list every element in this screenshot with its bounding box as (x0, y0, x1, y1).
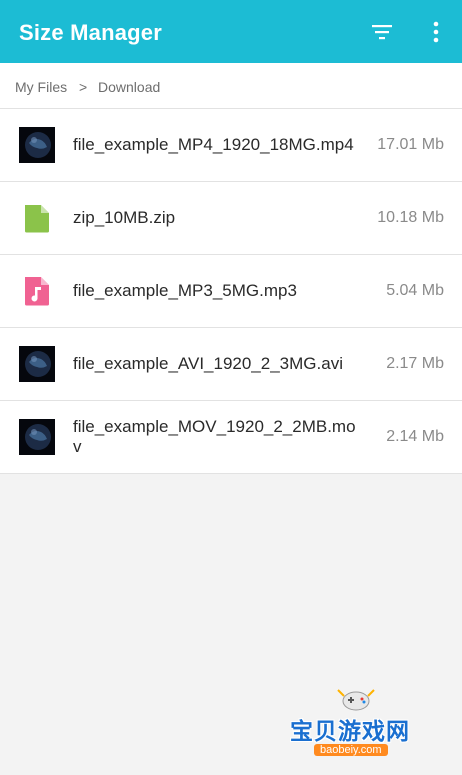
video-thumbnail-icon (19, 127, 55, 163)
breadcrumb: My Files > Download (0, 63, 462, 109)
file-size: 10.18 Mb (377, 209, 444, 226)
more-options-icon[interactable] (426, 20, 446, 44)
file-row[interactable]: file_example_MP3_5MG.mp3 5.04 Mb (0, 255, 462, 328)
file-size: 5.04 Mb (386, 282, 444, 299)
file-name: file_example_MP4_1920_18MG.mp4 (73, 135, 354, 154)
gamepad-icon (337, 689, 375, 711)
file-icon (25, 205, 49, 233)
file-name: file_example_MP3_5MG.mp3 (73, 281, 297, 300)
video-thumbnail-icon (19, 346, 55, 382)
breadcrumb-separator: > (79, 79, 88, 95)
app-bar: Size Manager (0, 0, 462, 63)
file-size: 2.14 Mb (386, 428, 444, 445)
file-size: 17.01 Mb (377, 136, 444, 153)
file-name: file_example_MOV_1920_2_2MB.mov (73, 417, 356, 456)
file-name: zip_10MB.zip (73, 208, 176, 227)
watermark: 宝贝游戏网 baobeiy.com (284, 684, 434, 764)
filter-icon[interactable] (370, 20, 394, 44)
app-title: Size Manager (19, 20, 163, 45)
file-list: file_example_MP4_1920_18MG.mp4 17.01 Mb … (0, 109, 462, 474)
watermark-domain: baobeiy.com (314, 744, 388, 756)
video-thumbnail-icon (19, 419, 55, 455)
breadcrumb-item-download[interactable]: Download (98, 79, 160, 95)
file-row[interactable]: file_example_MOV_1920_2_2MB.mov 2.14 Mb (0, 401, 462, 474)
breadcrumb-item-my-files[interactable]: My Files (15, 79, 67, 95)
watermark-text: 宝贝游戏网 (290, 718, 410, 744)
file-size: 2.17 Mb (386, 355, 444, 372)
file-row[interactable]: file_example_MP4_1920_18MG.mp4 17.01 Mb (0, 109, 462, 182)
file-row[interactable]: file_example_AVI_1920_2_3MG.avi 2.17 Mb (0, 328, 462, 401)
file-row[interactable]: zip_10MB.zip 10.18 Mb (0, 182, 462, 255)
file-name: file_example_AVI_1920_2_3MG.avi (73, 354, 343, 373)
music-file-icon (25, 277, 49, 306)
